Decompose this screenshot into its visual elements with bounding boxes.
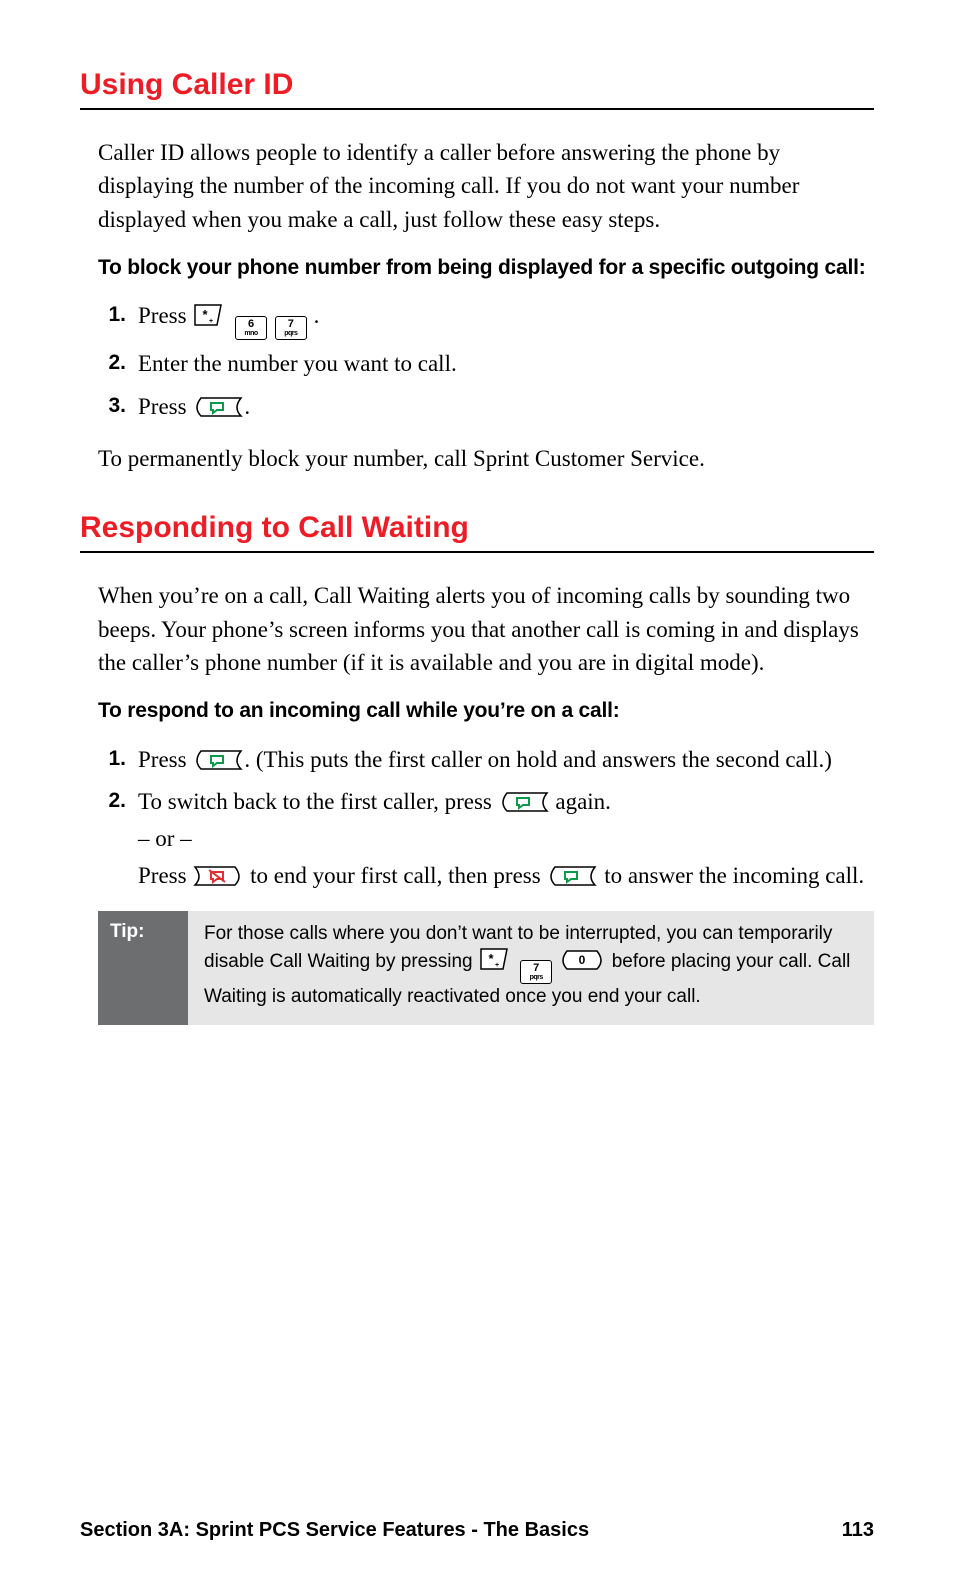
- step-text: Press: [138, 394, 192, 419]
- step-text: . (This puts the first caller on hold an…: [244, 747, 832, 772]
- key-star-icon: [193, 303, 227, 327]
- step-text: to end your first call, then press: [250, 863, 546, 888]
- caller-id-steps: 1. Press 6mno 7pqrs . 2. Enter the numbe…: [98, 298, 874, 426]
- key-7-icon: 7pqrs: [520, 960, 552, 984]
- step-text: To switch back to the first caller, pres…: [138, 789, 498, 814]
- step-or: – or –: [138, 826, 192, 851]
- key-end-icon: [193, 865, 243, 887]
- step-text: .: [244, 394, 250, 419]
- key-talk-icon: [547, 865, 597, 887]
- call-waiting-intro: When you’re on a call, Call Waiting aler…: [98, 579, 874, 679]
- key-talk-icon: [499, 791, 549, 813]
- tip-box: Tip: For those calls where you don’t wan…: [98, 911, 874, 1025]
- step-body: Enter the number you want to call.: [138, 346, 874, 383]
- key-talk-icon: [193, 749, 243, 771]
- call-waiting-subhead: To respond to an incoming call while you…: [98, 697, 874, 725]
- svg-text:0: 0: [579, 953, 586, 967]
- key-talk-icon: [193, 396, 243, 418]
- step-body: Press .: [138, 389, 874, 426]
- step-text: to answer the incoming call.: [604, 863, 864, 888]
- tip-label: Tip:: [98, 911, 188, 1025]
- step-text: .: [314, 303, 320, 328]
- caller-id-intro: Caller ID allows people to identify a ca…: [98, 136, 874, 236]
- step-body: Press 6mno 7pqrs .: [138, 298, 874, 340]
- caller-id-closing: To permanently block your number, call S…: [98, 442, 874, 475]
- step-number: 2.: [98, 784, 138, 894]
- footer-section-title: Section 3A: Sprint PCS Service Features …: [80, 1519, 589, 1542]
- key-7-icon: 7pqrs: [275, 316, 307, 340]
- step-number: 3.: [98, 389, 138, 426]
- key-6-icon: 6mno: [235, 316, 267, 340]
- call-waiting-steps: 1. Press . (This puts the first caller o…: [98, 742, 874, 895]
- step-number: 1.: [98, 742, 138, 779]
- tip-body: For those calls where you don’t want to …: [188, 911, 874, 1025]
- key-star-icon: [479, 947, 513, 971]
- page-footer: Section 3A: Sprint PCS Service Features …: [80, 1519, 874, 1542]
- step-text: again.: [555, 789, 611, 814]
- step-number: 2.: [98, 346, 138, 383]
- heading-call-waiting: Responding to Call Waiting: [80, 511, 874, 553]
- step-body: To switch back to the first caller, pres…: [138, 784, 874, 894]
- step-number: 1.: [98, 298, 138, 340]
- step-text: Press: [138, 303, 192, 328]
- page-number: 113: [842, 1519, 874, 1542]
- key-0-icon: 0: [559, 949, 605, 971]
- step-body: Press . (This puts the first caller on h…: [138, 742, 874, 779]
- step-text: Press: [138, 747, 192, 772]
- step-text: Press: [138, 863, 192, 888]
- caller-id-subhead: To block your phone number from being di…: [98, 254, 874, 282]
- heading-using-caller-id: Using Caller ID: [80, 68, 874, 110]
